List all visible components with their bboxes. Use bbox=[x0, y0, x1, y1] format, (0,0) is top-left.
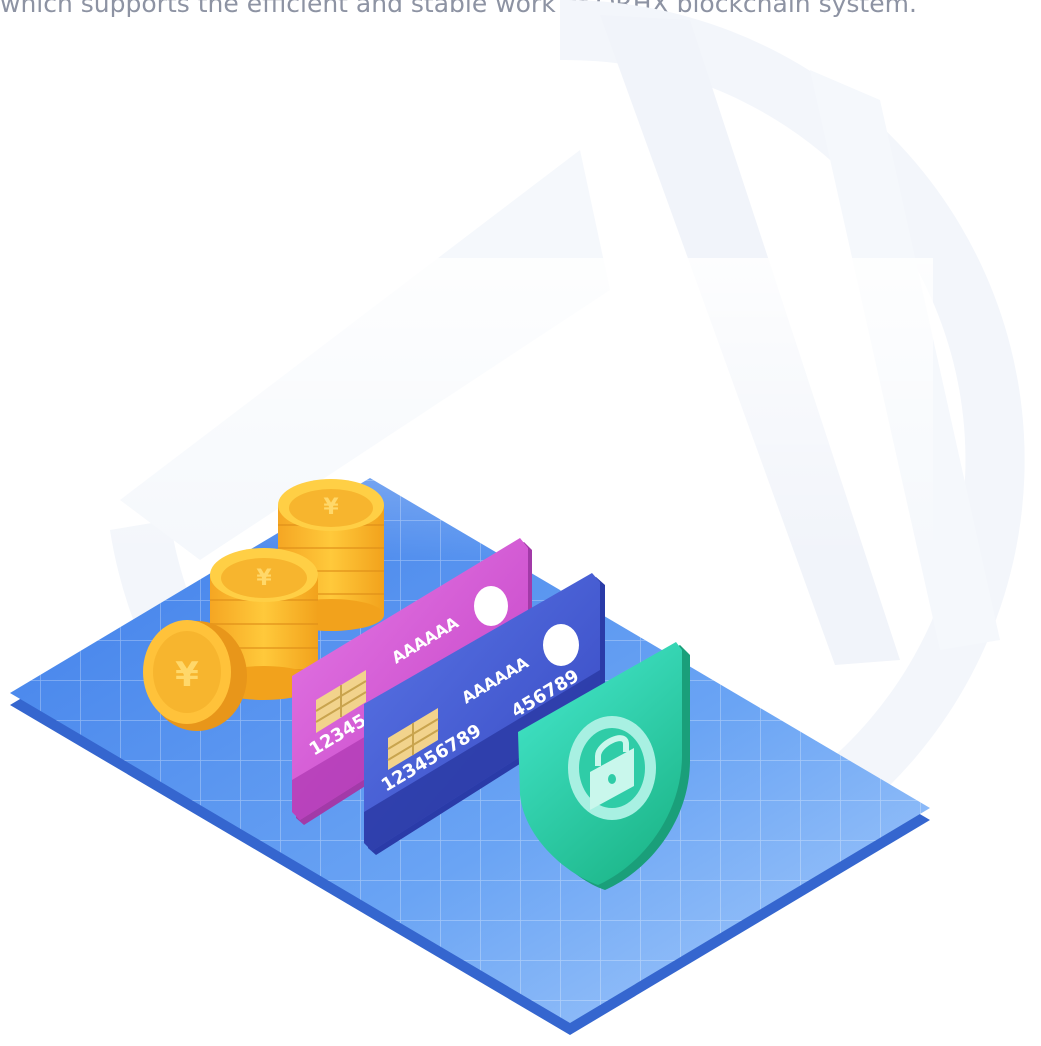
backdrop-fade bbox=[8, 258, 933, 558]
svg-text:¥: ¥ bbox=[323, 495, 339, 520]
svg-text:¥: ¥ bbox=[256, 566, 272, 591]
svg-text:¥: ¥ bbox=[175, 655, 199, 695]
security-illustration: ¥ ¥ ¥ AAAAAA 12345 AAAAAA 456789 1234567… bbox=[8, 0, 1025, 1035]
